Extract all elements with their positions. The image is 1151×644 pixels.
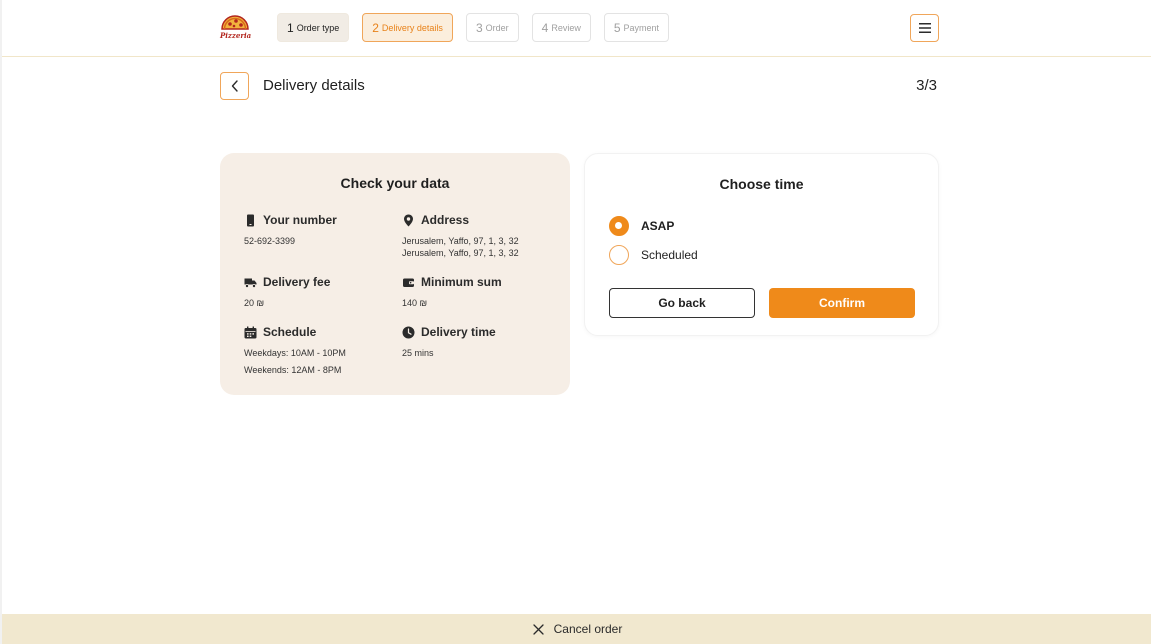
info-value: 140 ₪ <box>402 298 428 308</box>
back-button[interactable] <box>220 72 249 100</box>
pizza-icon <box>221 15 249 30</box>
info-value: 20 ₪ <box>244 298 265 308</box>
step-number: 5 <box>613 20 621 35</box>
step-label: Order <box>485 22 509 33</box>
calendar-icon <box>244 326 257 338</box>
info-value: 25 mins <box>402 348 434 358</box>
info-label: Delivery time <box>421 325 496 339</box>
option-label: Scheduled <box>641 248 698 262</box>
wallet-icon <box>403 278 414 287</box>
info-label: Minimum sum <box>421 275 502 289</box>
radio-button[interactable] <box>609 245 629 265</box>
schedule-info: Schedule Weekdays: 10AM - 10PM Weekends:… <box>244 325 404 376</box>
minimum-sum-info: Minimum sum 140 ₪ <box>402 275 562 309</box>
your-number-info: Your number 52-692-3399 <box>244 213 404 247</box>
confirm-button[interactable]: Confirm <box>769 288 915 318</box>
cancel-order-label: Cancel order <box>553 622 623 636</box>
close-icon <box>532 623 544 635</box>
step-label: Payment <box>623 22 660 33</box>
step-payment[interactable]: 5 Payment <box>603 13 670 42</box>
location-pin-icon <box>404 214 413 226</box>
schedule-weekdays: Weekdays: 10AM - 10PM <box>244 348 346 358</box>
address-line-2: Jerusalem, Yaffo, 97, 1, 3, 32 <box>402 248 519 258</box>
step-number: 3 <box>475 20 483 35</box>
address-line-1: Jerusalem, Yaffo, 97, 1, 3, 32 <box>402 236 519 246</box>
card-title: Check your data <box>340 175 450 191</box>
top-navigation-bar: Pizzeria 1 Order type 2 Delivery details… <box>2 0 1151 57</box>
step-order[interactable]: 3 Order <box>465 13 519 42</box>
info-label: Your number <box>263 213 337 227</box>
clock-icon <box>402 326 415 338</box>
option-scheduled[interactable]: Scheduled <box>609 245 698 265</box>
step-review[interactable]: 4 Review <box>531 13 591 42</box>
radio-button-checked[interactable] <box>609 216 629 236</box>
step-order-type[interactable]: 1 Order type <box>277 13 350 42</box>
check-data-card: Check your data Your number 52-692-3399 … <box>220 153 570 395</box>
info-label: Schedule <box>263 325 317 339</box>
pizzeria-logo[interactable]: Pizzeria <box>220 14 252 42</box>
card-title: Choose time <box>719 176 804 192</box>
info-value: 52-692-3399 <box>244 236 296 246</box>
step-label: Delivery details <box>381 22 443 33</box>
phone-icon <box>247 214 254 226</box>
page-title: Delivery details <box>263 77 365 94</box>
info-label: Address <box>421 213 470 227</box>
chevron-left-icon <box>231 80 238 92</box>
page-step-counter: 3/3 <box>916 77 937 94</box>
cancel-order-bar[interactable]: Cancel order <box>2 614 1151 644</box>
logo-text: Pizzeria <box>220 31 252 40</box>
step-label: Order type <box>296 22 340 33</box>
menu-button[interactable] <box>910 14 939 42</box>
step-label: Review <box>551 22 581 33</box>
order-steps: 1 Order type 2 Delivery details 3 Order … <box>277 13 670 43</box>
schedule-weekends: Weekends: 12AM - 8PM <box>244 365 342 375</box>
address-info: Address Jerusalem, Yaffo, 97, 1, 3, 32 J… <box>402 213 562 259</box>
choose-time-card: Choose time ASAP Scheduled Go back Confi… <box>584 153 939 336</box>
delivery-fee-info: Delivery fee 20 ₪ <box>244 275 404 309</box>
step-number: 2 <box>372 20 379 35</box>
option-label: ASAP <box>641 219 675 233</box>
option-asap[interactable]: ASAP <box>609 216 674 236</box>
step-number: 1 <box>287 20 294 35</box>
info-label: Delivery fee <box>263 275 331 289</box>
step-delivery-details[interactable]: 2 Delivery details <box>362 13 453 42</box>
go-back-button[interactable]: Go back <box>609 288 755 318</box>
hamburger-menu-icon <box>918 23 931 33</box>
step-number: 4 <box>541 20 549 35</box>
delivery-time-info: Delivery time 25 mins <box>402 325 562 359</box>
delivery-truck-icon <box>244 278 257 288</box>
